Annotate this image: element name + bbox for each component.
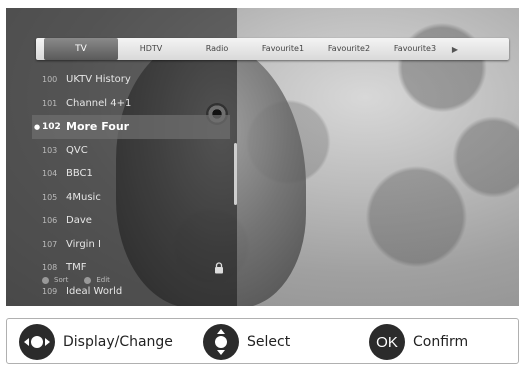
selected-marker-icon: ● <box>33 122 41 131</box>
edit-hint-label: Edit <box>96 276 110 284</box>
channel-name: More Four <box>66 120 130 134</box>
channel-group-tabs: TV HDTV Radio Favourite1 Favourite2 Favo… <box>36 38 509 60</box>
channel-list-scrollbar[interactable] <box>234 143 237 205</box>
tab-hdtv[interactable]: HDTV <box>118 38 184 60</box>
channel-name: Ideal World <box>66 285 123 297</box>
arrow-right-icon[interactable]: ▶ <box>448 45 462 54</box>
channel-name: Dave <box>66 215 92 227</box>
tab-tv[interactable]: TV <box>44 38 118 60</box>
legend-select: Select <box>203 319 290 365</box>
edit-hint[interactable]: Edit <box>84 276 110 284</box>
channel-name: QVC <box>66 144 88 156</box>
channel-row[interactable]: 105 4Music <box>32 186 230 210</box>
confirm-label: Confirm <box>413 334 469 350</box>
red-button-icon <box>42 276 49 284</box>
channel-name: 4Music <box>66 191 101 203</box>
channel-number: 109 <box>42 286 58 296</box>
channel-number: 108 <box>42 263 58 273</box>
channel-list: 100 UKTV History 101 Channel 4+1 ● 102 More Fo… <box>32 68 230 303</box>
tab-favourite2[interactable]: Favourite2 <box>316 38 382 60</box>
sort-hint[interactable]: Sort <box>42 276 68 284</box>
left-right-button-icon <box>19 324 55 360</box>
channel-number: 107 <box>42 239 58 249</box>
channel-name: BBC1 <box>66 168 93 180</box>
up-down-button-icon <box>203 324 239 360</box>
channel-row[interactable]: 103 QVC <box>32 139 230 163</box>
ok-button-icon: OK <box>369 324 405 360</box>
legend-display-change: Display/Change <box>19 319 173 365</box>
green-button-icon <box>84 276 92 284</box>
legend-confirm: OK Confirm <box>369 319 468 365</box>
channel-number: 105 <box>42 192 58 202</box>
channel-row[interactable]: 107 Virgin I <box>32 233 230 257</box>
channel-number: 104 <box>42 169 58 179</box>
ok-button-label: OK <box>376 333 398 351</box>
channel-name: Virgin I <box>66 238 101 250</box>
tab-radio[interactable]: Radio <box>184 38 250 60</box>
channel-name: Channel 4+1 <box>66 97 132 109</box>
channel-row[interactable]: 100 UKTV History <box>32 68 230 92</box>
lock-icon <box>215 262 223 274</box>
display-change-label: Display/Change <box>63 334 173 350</box>
channel-number: 101 <box>42 98 58 108</box>
channel-number: 102 <box>42 121 61 132</box>
channel-number: 103 <box>42 145 58 155</box>
sort-hint-label: Sort <box>54 276 69 284</box>
channel-name: TMF <box>66 262 87 274</box>
channel-row[interactable]: 106 Dave <box>32 209 230 233</box>
select-label: Select <box>247 334 291 350</box>
channel-row[interactable]: 104 BBC1 <box>32 162 230 186</box>
tv-screen: TV HDTV Radio Favourite1 Favourite2 Favo… <box>6 8 519 306</box>
channel-row[interactable]: ● 102 More Four <box>32 115 230 139</box>
tab-favourite3[interactable]: Favourite3 <box>382 38 448 60</box>
tab-favourite1[interactable]: Favourite1 <box>250 38 316 60</box>
channel-number: 100 <box>42 75 58 85</box>
screen-hints: Sort Edit <box>42 276 110 284</box>
channel-number: 106 <box>42 216 58 226</box>
channel-name: UKTV History <box>66 74 131 86</box>
channel-row[interactable]: 101 Channel 4+1 <box>32 92 230 116</box>
remote-control-legend: Display/Change Select OK Confirm <box>6 318 519 364</box>
